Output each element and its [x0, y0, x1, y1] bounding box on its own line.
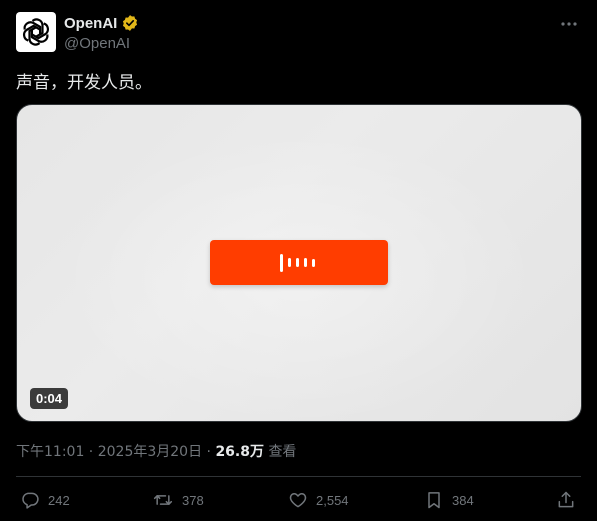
avatar[interactable] [16, 12, 56, 52]
repost-count: 378 [182, 492, 204, 508]
tweet-date[interactable]: 2025年3月20日 [98, 444, 202, 460]
voice-button [210, 240, 388, 285]
views-count: 26.8万 [215, 444, 264, 460]
meta-separator-2: · [202, 444, 216, 460]
like-button[interactable]: 2,554 [288, 486, 349, 514]
audio-bars-icon [279, 253, 315, 272]
meta-separator: · [84, 444, 98, 460]
author-names: OpenAI @OpenAI [64, 13, 139, 52]
reply-count: 242 [48, 492, 70, 508]
share-icon [558, 491, 574, 508]
verified-badge-icon[interactable] [121, 14, 139, 32]
handle[interactable]: @OpenAI [64, 35, 139, 52]
tweet-time[interactable]: 下午11:01 [16, 444, 84, 460]
tweet-meta: 下午11:01 · 2025年3月20日 · 26.8万 查看 [16, 441, 296, 461]
share-button[interactable] [556, 486, 576, 514]
tweet-header: OpenAI @OpenAI [16, 12, 581, 56]
divider [16, 476, 581, 477]
more-icon [561, 22, 577, 26]
bookmark-button[interactable]: 384 [424, 486, 474, 514]
display-name[interactable]: OpenAI [64, 15, 117, 32]
openai-logo-icon [22, 18, 50, 46]
repost-button[interactable]: 378 [152, 486, 204, 514]
reply-button[interactable]: 242 [20, 486, 70, 514]
more-options-button[interactable] [559, 14, 579, 34]
video-duration: 0:04 [30, 388, 69, 409]
repost-icon [153, 495, 173, 505]
video-player[interactable]: 0:04 [16, 104, 582, 422]
heart-icon [289, 493, 307, 508]
like-count: 2,554 [316, 492, 349, 508]
bookmark-icon [428, 492, 440, 509]
action-bar: 242 378 2,554 384 [20, 486, 580, 514]
bookmark-count: 384 [452, 492, 474, 508]
tweet-text: 声音，开发人员。 [16, 73, 152, 93]
views-label: 查看 [268, 444, 297, 460]
reply-icon [22, 492, 39, 509]
